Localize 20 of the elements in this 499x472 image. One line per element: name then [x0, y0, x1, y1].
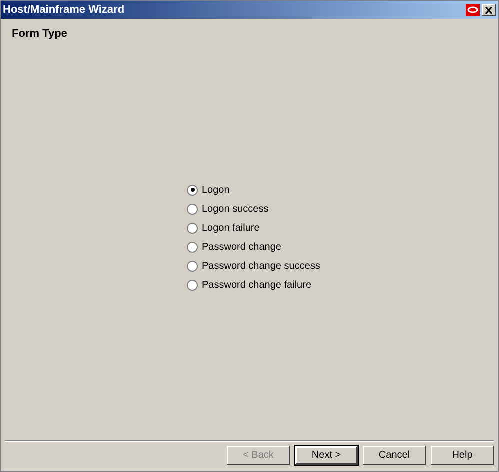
app-icon [466, 4, 480, 16]
radio-button[interactable] [187, 280, 198, 290]
radio-option[interactable]: Logon success [187, 202, 269, 216]
radio-button[interactable] [187, 242, 198, 252]
radio-option[interactable]: Password change success [187, 259, 320, 273]
radio-button[interactable] [187, 222, 198, 234]
dialog-button[interactable]: Cancel [363, 446, 426, 465]
dialog-button[interactable]: Next > [295, 446, 358, 465]
page-heading: Form Type [12, 28, 68, 40]
dialog-button[interactable]: Help [431, 446, 494, 465]
radio-option[interactable]: Password change [187, 240, 282, 254]
radio-button[interactable] [187, 184, 198, 196]
radio-button[interactable] [187, 204, 198, 214]
radio-button[interactable] [187, 260, 198, 272]
radio-option[interactable]: Password change failure [187, 278, 312, 292]
window-title: Host/Mainframe Wizard [3, 2, 125, 18]
radio-option[interactable]: Logon failure [187, 221, 260, 235]
close-button[interactable] [482, 4, 496, 16]
close-icon [485, 6, 493, 14]
radio-option[interactable]: Logon [187, 183, 230, 197]
